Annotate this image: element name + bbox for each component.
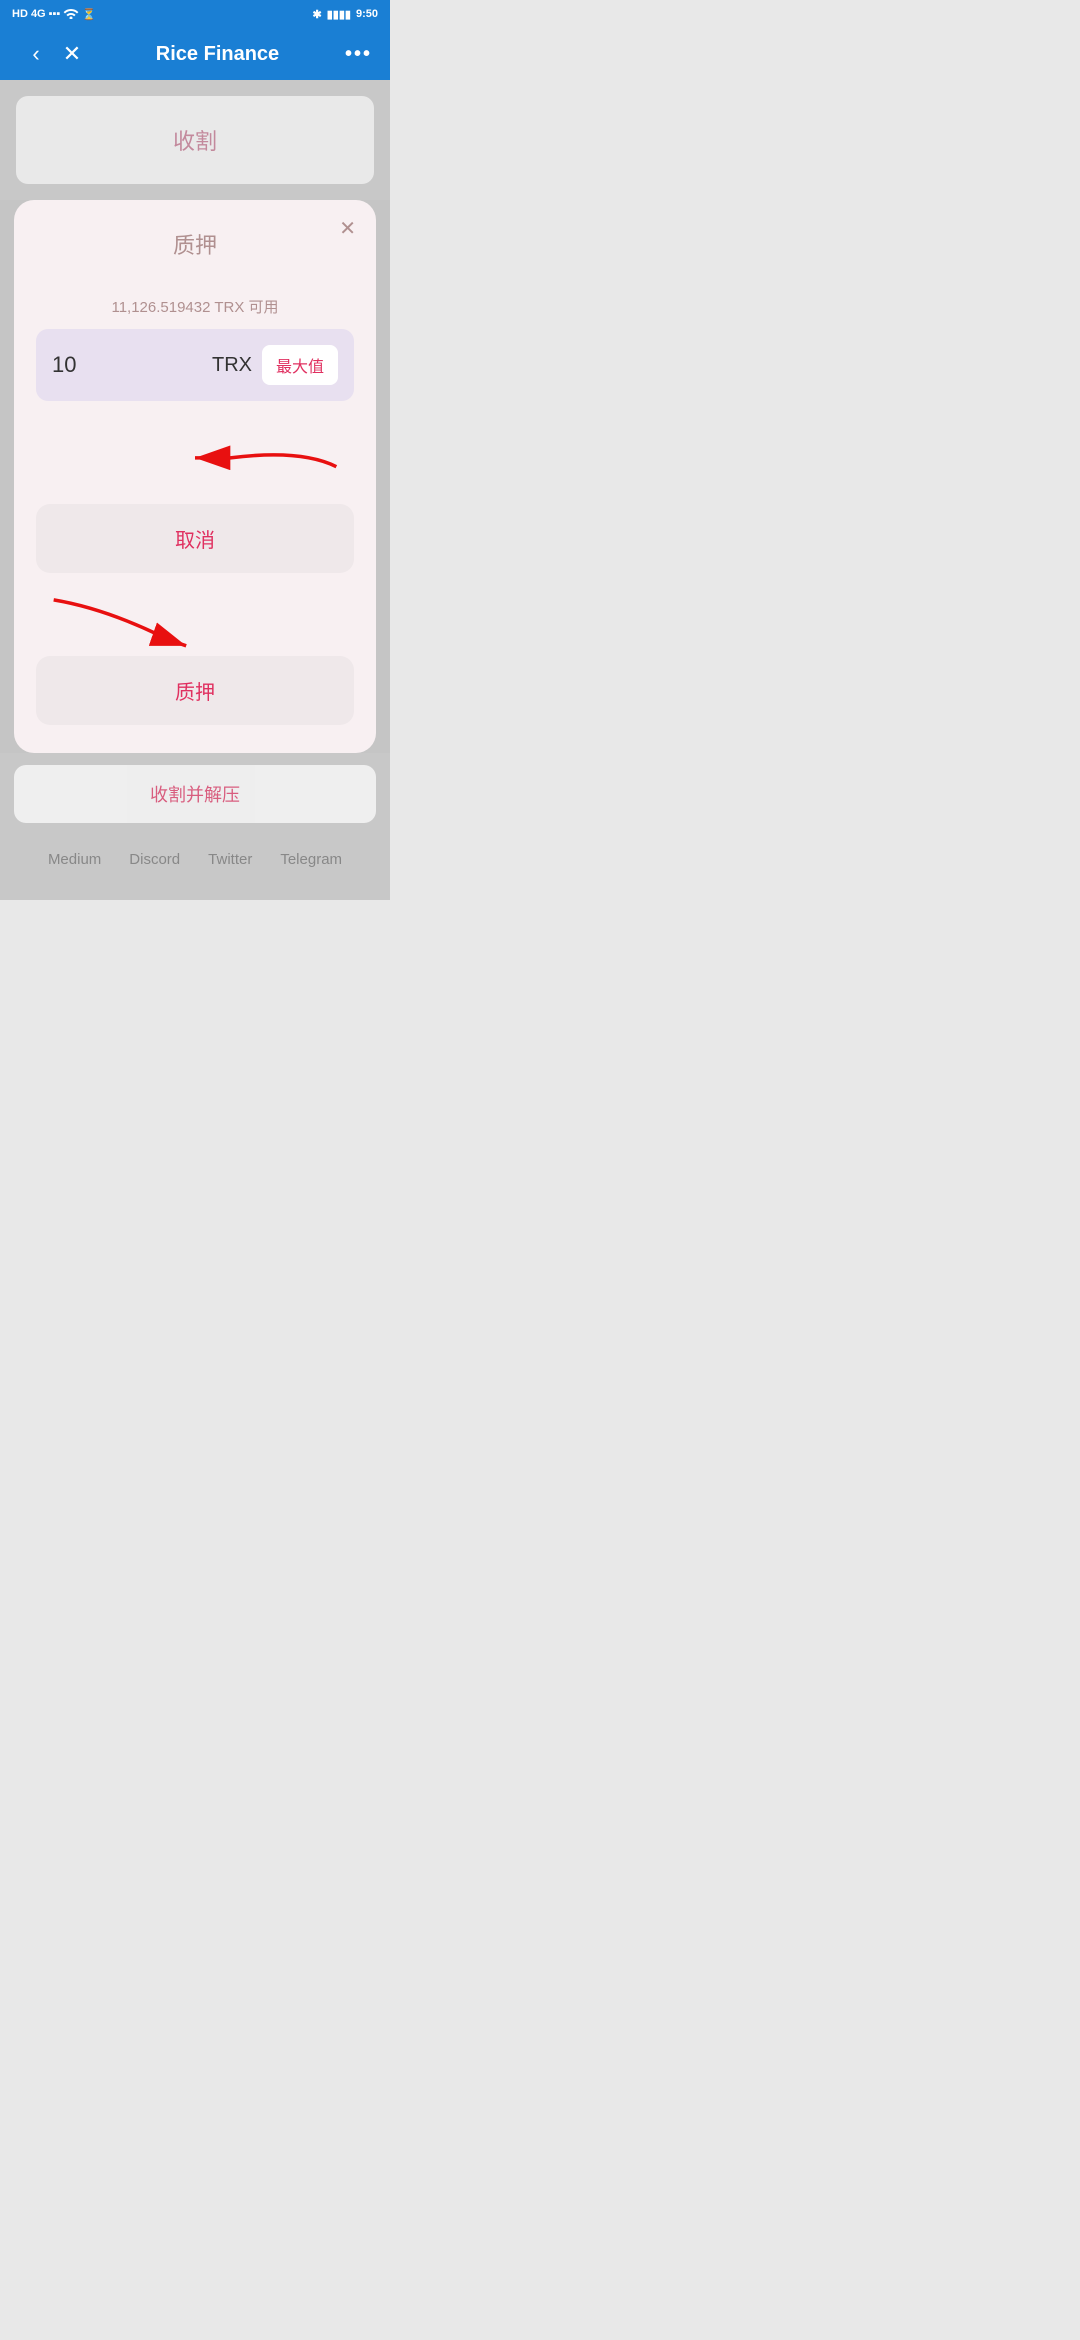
app-header: ‹ ✕ Rice Finance ••• (0, 28, 390, 80)
footer-links: Medium Discord Twitter Telegram (48, 843, 342, 888)
page-title: Rice Finance (90, 43, 345, 66)
available-balance: 11,126.519432 TRX 可用 (36, 296, 354, 317)
status-bar: HD 4G ▪▪▪ ⏳ ✱ ▮▮▮▮ 9:50 (0, 0, 390, 28)
harvest-bg-card: 收割 (16, 96, 374, 184)
modal-overlay: ✕ 质押 11,126.519432 TRX 可用 10 TRX 最大值 取消 (0, 200, 390, 900)
background-content: 收割 (0, 80, 390, 200)
footer-telegram[interactable]: Telegram (280, 851, 342, 868)
network-indicator: HD 4G (12, 8, 46, 20)
modal-close-button[interactable]: ✕ (339, 216, 356, 241)
hourglass-icon: ⏳ (82, 8, 96, 21)
battery-icon: ▮▮▮▮ (327, 8, 351, 21)
modal-title: 质押 (36, 228, 354, 260)
bluetooth-icon: ✱ (313, 8, 322, 21)
status-left: HD 4G ▪▪▪ ⏳ (12, 7, 96, 22)
close-button[interactable]: ✕ (54, 41, 90, 67)
signal-icon: ▪▪▪ (49, 8, 61, 20)
wifi-icon (63, 7, 79, 22)
footer-discord[interactable]: Discord (129, 851, 180, 868)
back-button[interactable]: ‹ (18, 41, 54, 67)
footer-twitter[interactable]: Twitter (208, 851, 252, 868)
status-right: ✱ ▮▮▮▮ 9:50 (313, 8, 378, 21)
arrow-annotation-1 (36, 409, 354, 489)
harvest-decompress-card[interactable]: 收割并解压 (14, 765, 376, 823)
time-display: 9:50 (356, 8, 378, 20)
footer-medium[interactable]: Medium (48, 851, 101, 868)
amount-input-container: 10 TRX 最大值 (36, 329, 354, 401)
pledge-modal: ✕ 质押 11,126.519432 TRX 可用 10 TRX 最大值 取消 (14, 200, 376, 753)
harvest-decompress-text: 收割并解压 (150, 781, 240, 807)
max-value-button[interactable]: 最大值 (262, 345, 338, 385)
more-button[interactable]: ••• (345, 43, 372, 66)
cancel-button[interactable]: 取消 (36, 504, 354, 573)
harvest-bg-text: 收割 (173, 124, 217, 156)
pledge-button[interactable]: 质押 (36, 656, 354, 725)
currency-label: TRX (212, 354, 252, 377)
amount-input[interactable]: 10 (52, 352, 212, 378)
bottom-content: 收割并解压 Medium Discord Twitter Telegram (0, 753, 390, 900)
arrow-annotation-2 (36, 587, 354, 657)
